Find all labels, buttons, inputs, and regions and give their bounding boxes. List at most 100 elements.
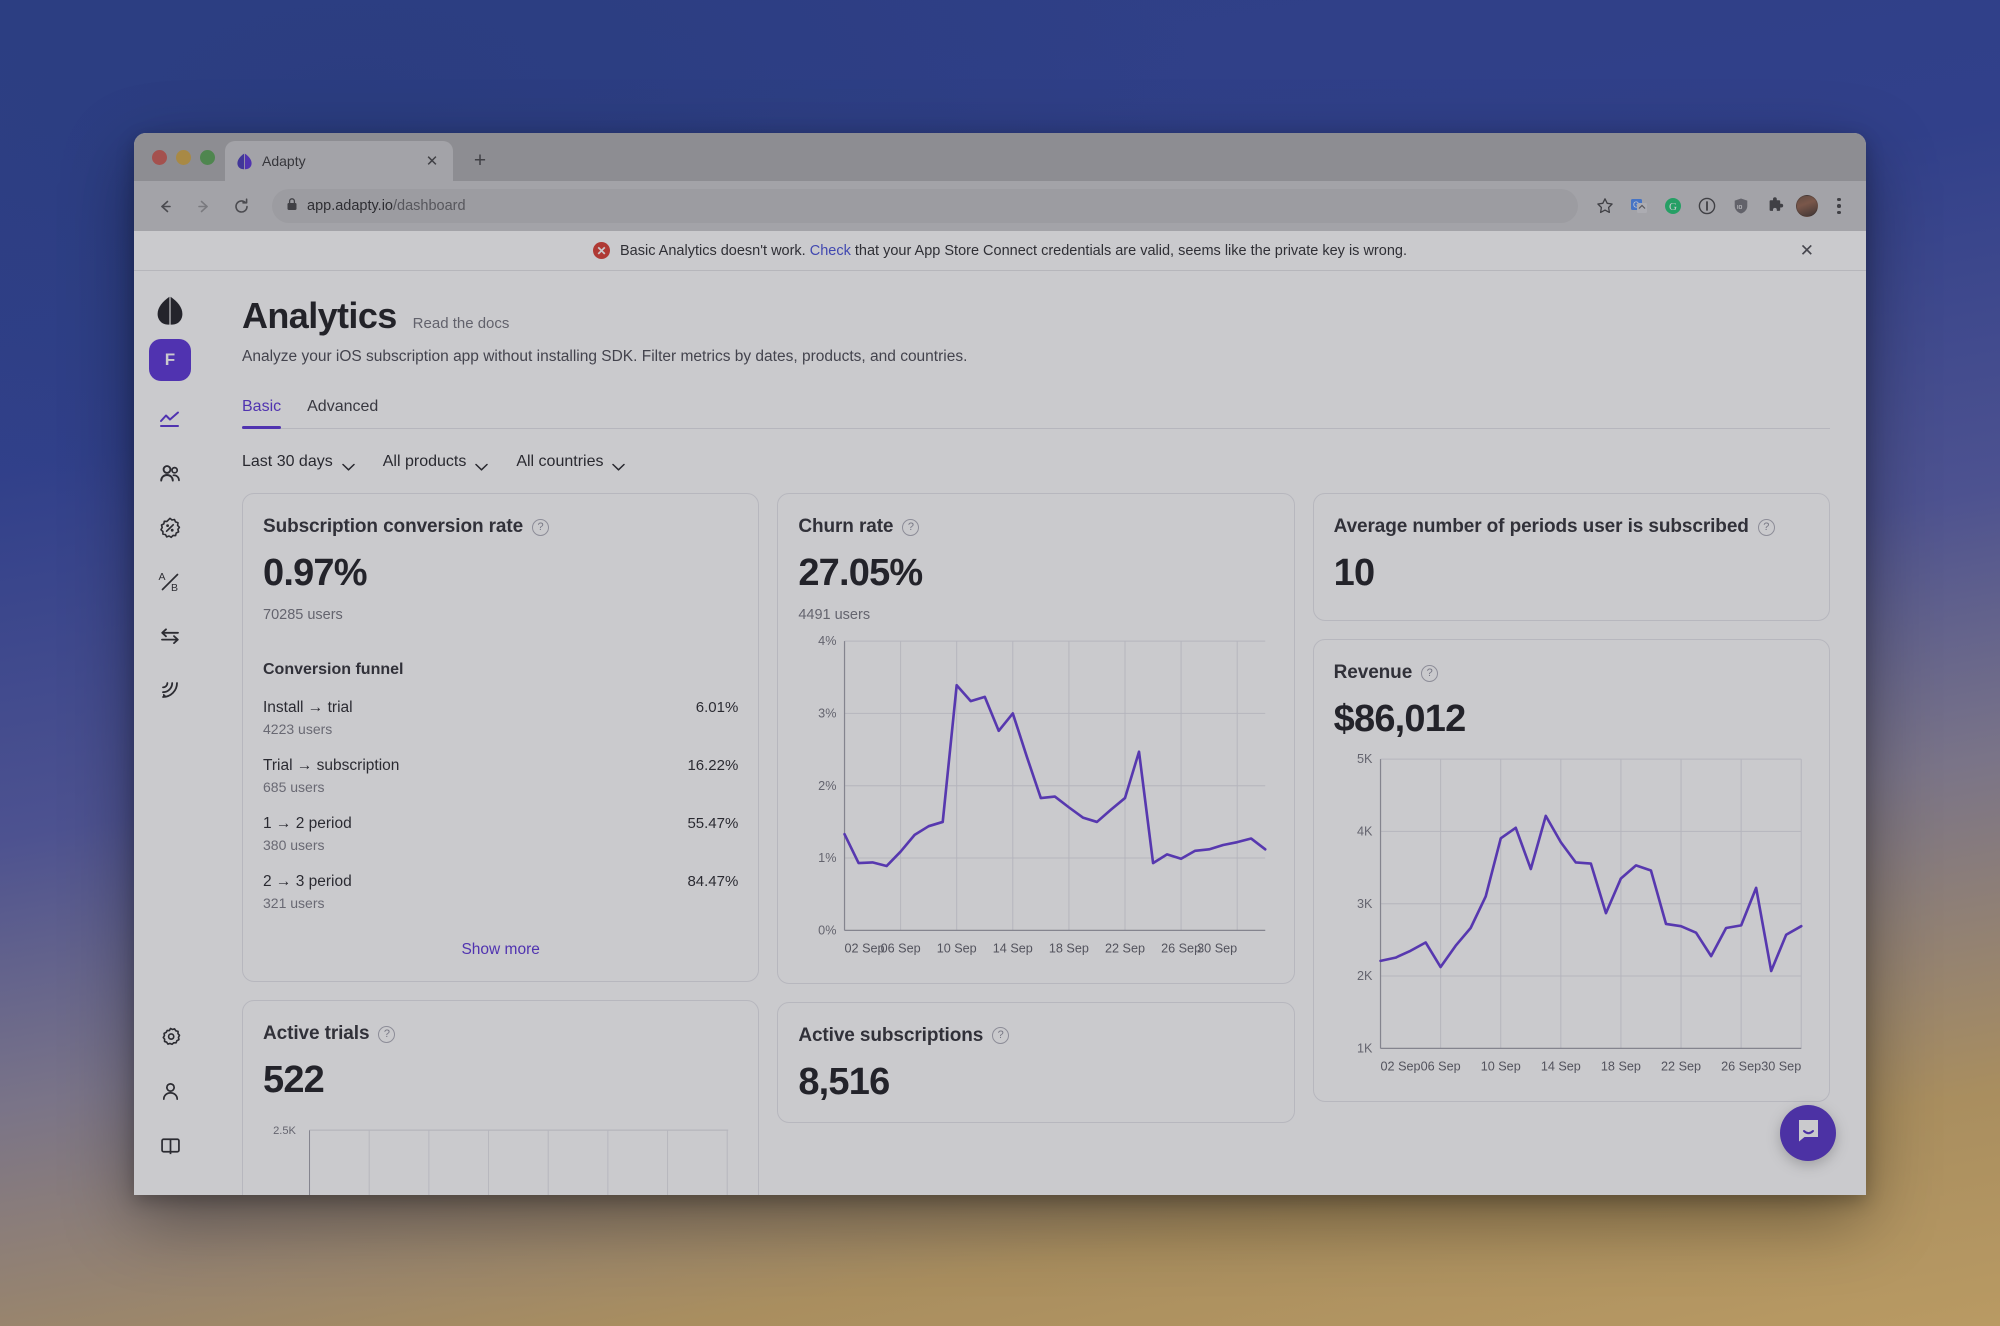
back-button[interactable] [148, 189, 182, 223]
app-viewport: F AB Analytics Read the docs Analyze you… [134, 271, 1866, 1195]
help-icon[interactable]: ? [902, 518, 920, 536]
notification-text-after: that your App Store Connect credentials … [854, 242, 1407, 259]
star-icon[interactable] [1592, 193, 1618, 219]
url-host: app.adapty.io [307, 198, 393, 214]
sidebar-item-settings[interactable] [147, 1017, 193, 1063]
card-title: Average number of periods user is subscr… [1333, 516, 1749, 537]
kebab-menu-icon[interactable] [1826, 193, 1852, 219]
browser-tab-title: Adapty [262, 153, 306, 169]
x-tick-label: 10 Sep [937, 942, 977, 956]
card-title: Subscription conversion rate [263, 516, 524, 537]
filter-products[interactable]: All products [383, 453, 489, 471]
sidebar-item-events[interactable] [147, 669, 193, 715]
x-tick-label: 02 Sep [845, 942, 885, 956]
info-icon[interactable] [1694, 193, 1720, 219]
filter-countries[interactable]: All countries [516, 453, 626, 471]
new-tab-button[interactable]: + [463, 143, 497, 177]
y-tick-label: 3% [819, 706, 837, 720]
help-icon[interactable]: ? [378, 1025, 396, 1043]
active-trials-chart: 2.5K [263, 1120, 738, 1195]
active-subscriptions-value: 8,516 [798, 1060, 890, 1103]
funnel-step: 1 → 2 period 55.47% 380 users [263, 815, 738, 853]
x-tick-label: 30 Sep [1197, 942, 1237, 956]
sidebar-app-badge[interactable]: F [149, 339, 191, 381]
minimize-window-button[interactable] [176, 149, 191, 165]
y-tick-label: 4% [819, 634, 837, 648]
close-tab-button[interactable]: ✕ [423, 152, 441, 170]
filter-date-range[interactable]: Last 30 days [242, 453, 355, 471]
ab-test-icon: AB [158, 570, 182, 599]
profile-avatar[interactable] [1796, 195, 1818, 217]
revenue-chart-svg: 1K 2K 3K 4K 5K 02 Sep 06 Sep 10 Sep 14 Sep 18 Sep… [1357, 752, 1803, 1074]
x-tick-label: 14 Sep [1540, 1060, 1580, 1074]
x-tick-label: 14 Sep [993, 942, 1033, 956]
sidebar-item-promo[interactable] [147, 507, 193, 553]
y-tick-label: 0% [819, 923, 837, 937]
help-icon[interactable]: ? [992, 1027, 1010, 1045]
shield-icon[interactable]: ιο [1728, 193, 1754, 219]
sidebar-item-ab-tests[interactable]: AB [147, 561, 193, 607]
close-window-button[interactable] [152, 149, 167, 165]
reload-button[interactable] [224, 189, 258, 223]
close-notification-button[interactable]: ✕ [1800, 242, 1814, 259]
show-more-button[interactable]: Show more [263, 941, 738, 959]
sidebar-item-users[interactable] [147, 453, 193, 499]
notification-text: Basic Analytics doesn't work. Check that… [620, 243, 1407, 259]
card-active-subscriptions: Active subscriptions ? 8,516 [777, 1001, 1295, 1123]
funnel-step-label: Install → trial [263, 699, 353, 716]
x-tick-label: 06 Sep [1420, 1060, 1460, 1074]
card-header: Average number of periods user is subscr… [1334, 516, 1809, 538]
extensions-icon[interactable] [1762, 193, 1788, 219]
url-text: app.adapty.io/dashboard [307, 198, 466, 214]
grammarly-icon[interactable]: G [1660, 193, 1686, 219]
error-notification-bar: ✕ Basic Analytics doesn't work. Check th… [134, 231, 1866, 271]
users-icon [158, 462, 182, 491]
sidebar-item-docs[interactable] [147, 1125, 193, 1171]
funnel-step-percent: 16.22% [687, 757, 739, 774]
help-icon[interactable]: ? [1757, 518, 1775, 536]
arrows-exchange-icon [158, 624, 182, 653]
toolbar-icon-group: G G ιο [1592, 193, 1852, 219]
intercom-chat-button[interactable] [1780, 1105, 1836, 1161]
sidebar-item-account[interactable] [147, 1071, 193, 1117]
maximize-window-button[interactable] [200, 149, 215, 165]
funnel-step-percent: 55.47% [687, 815, 739, 832]
metrics-grid: Subscription conversion rate ? 0.97% 702… [242, 493, 1830, 1195]
help-icon[interactable]: ? [532, 518, 550, 536]
card-header: Churn rate ? [798, 516, 1273, 538]
browser-tab[interactable]: Adapty ✕ [225, 141, 453, 181]
active-trials-value: 522 [263, 1059, 325, 1101]
browser-tab-strip: Adapty ✕ + [134, 133, 1866, 181]
filter-countries-label: All countries [516, 453, 604, 470]
card-header: Active subscriptions ? [798, 1025, 1273, 1047]
revenue-value: $86,012 [1333, 698, 1467, 740]
analytics-page: Analytics Read the docs Analyze your iOS… [206, 271, 1866, 1195]
sidebar-logo[interactable] [157, 287, 183, 339]
forward-button[interactable] [186, 189, 220, 223]
chevron-down-icon [475, 458, 489, 471]
card-title: Active trials [263, 1023, 370, 1044]
card-title: Churn rate [798, 516, 894, 537]
funnel-step: Trial → subscription 16.22% 685 users [263, 757, 738, 795]
x-tick-label: 06 Sep [881, 942, 921, 956]
notification-content: ✕ Basic Analytics doesn't work. Check th… [593, 242, 1407, 259]
tab-basic[interactable]: Basic [242, 398, 282, 429]
tab-advanced[interactable]: Advanced [307, 398, 378, 428]
translate-icon[interactable]: G [1626, 193, 1652, 219]
conversion-rate-users: 70285 users [263, 607, 343, 623]
sidebar-item-integrations[interactable] [147, 615, 193, 661]
card-churn-rate: Churn rate ? 27.05% 4491 users 0% 1% 2% 3% 4… [777, 493, 1295, 984]
chevron-down-icon [612, 458, 626, 471]
card-revenue: Revenue ? $86,012 1K 2K 3K 4K 5K 02 Sep 06 Sep… [1312, 639, 1830, 1102]
active-trials-chart-svg: 2.5K [273, 1125, 729, 1195]
x-tick-label: 26 Sep [1161, 942, 1201, 956]
chart-series-line [1378, 814, 1803, 973]
x-tick-label: 18 Sep [1601, 1060, 1641, 1074]
sidebar-item-analytics[interactable] [147, 399, 193, 445]
notification-check-link[interactable]: Check [810, 243, 851, 259]
read-the-docs-link[interactable]: Read the docs [413, 315, 510, 332]
address-bar[interactable]: app.adapty.io/dashboard [272, 189, 1578, 223]
filter-date-range-label: Last 30 days [242, 453, 333, 470]
metrics-column-3: Average number of periods user is subscr… [1312, 493, 1830, 1102]
help-icon[interactable]: ? [1421, 664, 1439, 682]
